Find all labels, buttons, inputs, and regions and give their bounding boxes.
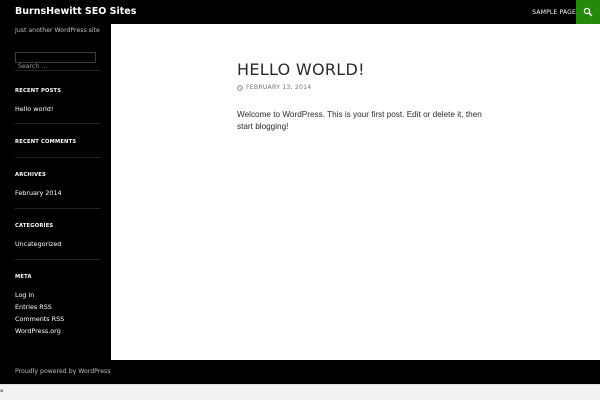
- primary-navigation: Sample Page: [532, 0, 576, 24]
- category-link[interactable]: Uncategorized: [15, 240, 61, 248]
- footer-credit-link[interactable]: Proudly powered by WordPress: [15, 368, 110, 375]
- sidebar: Just another WordPress site Recent Posts…: [0, 24, 111, 360]
- meta-link-log-in[interactable]: Log in: [15, 291, 34, 299]
- page: BurnsHewitt SEO Sites Sample Page Just a…: [0, 0, 600, 384]
- widget-title-categories: Categories: [15, 223, 54, 229]
- site-title[interactable]: BurnsHewitt SEO Sites: [15, 6, 136, 17]
- widget-divider: [15, 70, 101, 71]
- widget-title-archives: Archives: [15, 172, 46, 178]
- archive-link[interactable]: February 2014: [15, 189, 62, 197]
- status-icon: ▪: [0, 388, 4, 394]
- browser-status-strip: ▪: [0, 384, 600, 400]
- site-footer: Proudly powered by WordPress: [0, 360, 600, 384]
- widget-divider: [15, 157, 101, 158]
- widget-divider: [15, 123, 101, 124]
- recent-post-link[interactable]: Hello world!: [15, 105, 53, 113]
- post-title[interactable]: Hello world!: [237, 60, 365, 79]
- post-content: Welcome to WordPress. This is your first…: [237, 110, 482, 131]
- widget-title-meta: Meta: [15, 274, 32, 280]
- search-icon: [583, 7, 593, 17]
- sidebar-search: [15, 52, 96, 71]
- meta-link-wordpress-org[interactable]: WordPress.org: [15, 327, 61, 335]
- meta-link-entries-rss[interactable]: Entries RSS: [15, 303, 52, 311]
- content-area: Hello world! February 13, 2014 Welcome t…: [111, 24, 600, 360]
- widget-divider: [15, 259, 101, 260]
- search-toggle-button[interactable]: [576, 0, 600, 24]
- nav-item-sample-page[interactable]: Sample Page: [532, 9, 576, 16]
- post-date-link[interactable]: February 13, 2014: [246, 84, 311, 91]
- meta-link-comments-rss[interactable]: Comments RSS: [15, 315, 64, 323]
- widget-title-recent-comments: Recent Comments: [15, 139, 77, 145]
- site-description: Just another WordPress site: [15, 27, 100, 34]
- masthead: BurnsHewitt SEO Sites Sample Page: [0, 0, 600, 24]
- clock-icon: [237, 84, 243, 91]
- post-meta: February 13, 2014: [237, 84, 311, 91]
- widget-title-recent-posts: Recent Posts: [15, 88, 62, 94]
- widget-divider: [15, 208, 101, 209]
